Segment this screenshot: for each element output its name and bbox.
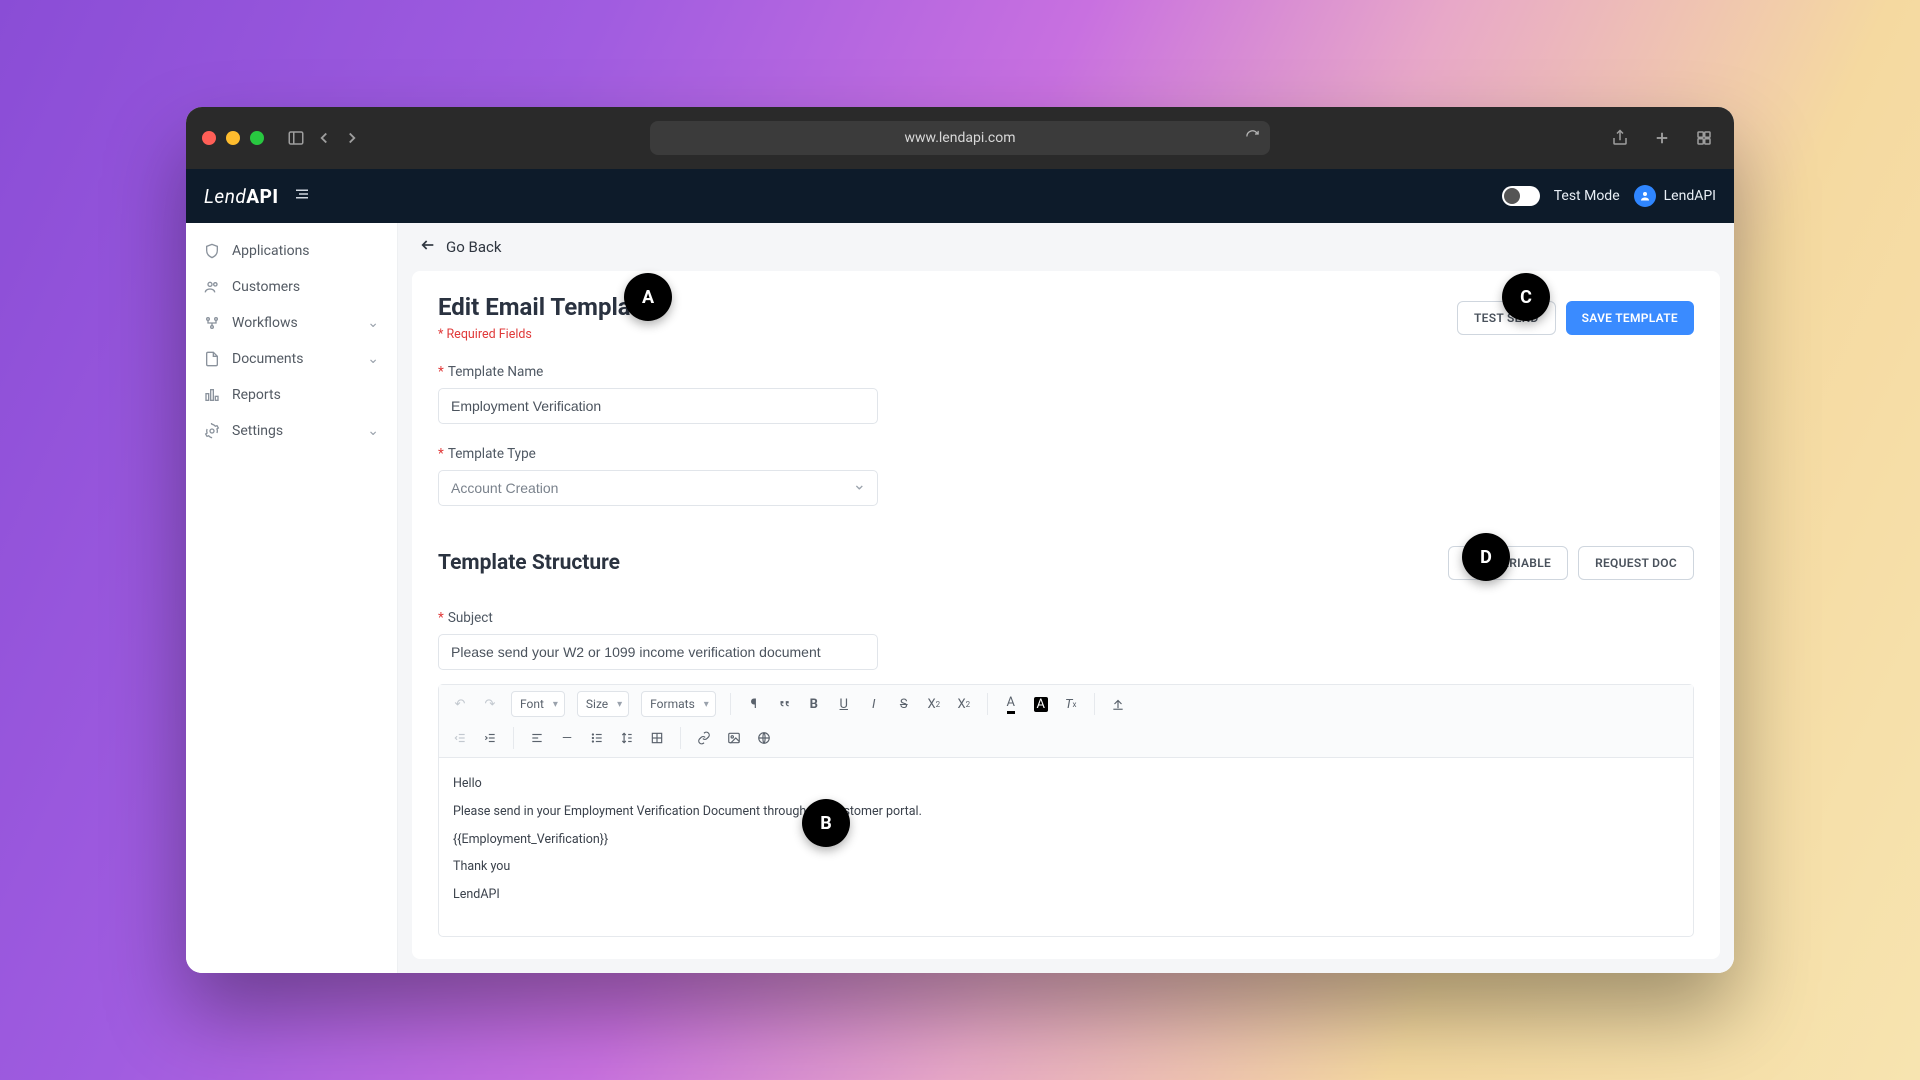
indent-icon[interactable]: [477, 725, 503, 751]
chart-icon: [204, 387, 220, 403]
size-select[interactable]: Size▾: [577, 691, 629, 717]
shield-icon: [204, 243, 220, 259]
subject-label: *Subject: [438, 610, 1694, 626]
nav-back-icon[interactable]: [310, 124, 338, 152]
italic-icon[interactable]: I: [861, 691, 887, 717]
redo-icon[interactable]: ↷: [477, 691, 503, 717]
request-doc-button[interactable]: REQUEST DOC: [1578, 546, 1694, 580]
hr-icon[interactable]: —: [554, 725, 580, 751]
required-note: * Required Fields: [438, 327, 652, 342]
undo-icon[interactable]: ↶: [447, 691, 473, 717]
upload-icon[interactable]: [1105, 691, 1131, 717]
structure-title: Template Structure: [438, 551, 620, 575]
body-line: LendAPI: [453, 883, 1679, 907]
line-height-icon[interactable]: [614, 725, 640, 751]
annotation-badge-b: B: [802, 799, 850, 847]
user-name: LendAPI: [1664, 188, 1716, 204]
nav-forward-icon[interactable]: [338, 124, 366, 152]
reload-icon[interactable]: [1245, 129, 1260, 148]
image-icon[interactable]: [721, 725, 747, 751]
body-line: Thank you: [453, 855, 1679, 879]
new-tab-icon[interactable]: [1648, 124, 1676, 152]
editor-toolbar: ↶ ↷ Font▾ Size▾ Formats▾ ¶ B U I: [439, 685, 1693, 758]
align-icon[interactable]: [524, 725, 550, 751]
clear-format-icon[interactable]: Tx: [1058, 691, 1084, 717]
tabs-overview-icon[interactable]: [1690, 124, 1718, 152]
blockquote-icon[interactable]: [771, 691, 797, 717]
table-icon[interactable]: [644, 725, 670, 751]
editor-body[interactable]: Hello Please send in your Employment Ver…: [439, 758, 1693, 936]
app-header: LendAPI Test Mode LendAPI: [186, 169, 1734, 223]
template-name-input[interactable]: [438, 388, 878, 424]
sidebar-item-reports[interactable]: Reports: [186, 377, 397, 413]
subject-input[interactable]: [438, 634, 878, 670]
bold-icon[interactable]: B: [801, 691, 827, 717]
sidebar-item-workflows[interactable]: Workflows ⌄: [186, 305, 397, 341]
formats-select[interactable]: Formats▾: [641, 691, 716, 717]
template-type-label: *Template Type: [438, 446, 1694, 462]
rich-text-editor: ↶ ↷ Font▾ Size▾ Formats▾ ¶ B U I: [438, 684, 1694, 937]
sidebar-toggle-icon[interactable]: [282, 124, 310, 152]
close-window-button[interactable]: [202, 131, 216, 145]
sidebar-item-label: Applications: [232, 243, 310, 259]
arrow-left-icon: [420, 237, 436, 257]
page-title: Edit Email Template: [438, 293, 652, 321]
subscript-icon[interactable]: X2: [921, 691, 947, 717]
link-icon[interactable]: [691, 725, 717, 751]
annotation-badge-a: A: [624, 273, 672, 321]
outdent-icon[interactable]: [447, 725, 473, 751]
minimize-window-button[interactable]: [226, 131, 240, 145]
strikethrough-icon[interactable]: S: [891, 691, 917, 717]
save-template-button[interactable]: SAVE TEMPLATE: [1566, 301, 1694, 335]
sidebar-item-applications[interactable]: Applications: [186, 233, 397, 269]
share-icon[interactable]: [1606, 124, 1634, 152]
sidebar-item-label: Settings: [232, 423, 283, 439]
users-icon: [204, 279, 220, 295]
workflow-icon: [204, 315, 220, 331]
sidebar-item-settings[interactable]: Settings ⌄: [186, 413, 397, 449]
url-bar[interactable]: www.lendapi.com: [650, 121, 1270, 155]
sidebar-item-customers[interactable]: Customers: [186, 269, 397, 305]
test-mode-label: Test Mode: [1554, 188, 1620, 204]
document-icon: [204, 351, 220, 367]
body-line: Please send in your Employment Verificat…: [453, 800, 1679, 824]
user-menu[interactable]: LendAPI: [1634, 185, 1716, 207]
avatar-icon: [1634, 185, 1656, 207]
brand-logo[interactable]: LendAPI: [204, 185, 311, 208]
chevron-down-icon: ⌄: [367, 351, 379, 367]
body-line: Hello: [453, 772, 1679, 796]
gear-icon: [204, 423, 220, 439]
sidebar-item-label: Reports: [232, 387, 281, 403]
template-type-select[interactable]: [438, 470, 878, 506]
highlight-icon[interactable]: A: [1028, 691, 1054, 717]
list-icon[interactable]: [584, 725, 610, 751]
sidebar: Applications Customers Workflows ⌄ Docum…: [186, 223, 398, 973]
underline-icon[interactable]: U: [831, 691, 857, 717]
test-mode-toggle[interactable]: [1502, 186, 1540, 206]
maximize-window-button[interactable]: [250, 131, 264, 145]
sidebar-item-documents[interactable]: Documents ⌄: [186, 341, 397, 377]
url-text: www.lendapi.com: [904, 130, 1015, 146]
browser-window: www.lendapi.com LendAPI: [186, 107, 1734, 973]
sidebar-collapse-icon[interactable]: [293, 185, 311, 208]
chevron-down-icon: ⌄: [367, 315, 379, 331]
template-name-label: *Template Name: [438, 364, 1694, 380]
go-back-label: Go Back: [446, 238, 501, 256]
paragraph-icon[interactable]: ¶: [741, 691, 767, 717]
sidebar-item-label: Documents: [232, 351, 303, 367]
embed-icon[interactable]: [751, 725, 777, 751]
content-panel: Edit Email Template * Required Fields TE…: [412, 271, 1720, 959]
sidebar-item-label: Workflows: [232, 315, 298, 331]
body-line: {{Employment_Verification}}: [453, 828, 1679, 852]
go-back-link[interactable]: Go Back: [398, 223, 1734, 271]
traffic-lights: [202, 131, 264, 145]
sidebar-item-label: Customers: [232, 279, 300, 295]
annotation-badge-d: D: [1462, 533, 1510, 581]
chevron-down-icon: ⌄: [367, 423, 379, 439]
annotation-badge-c: C: [1502, 273, 1550, 321]
font-select[interactable]: Font▾: [511, 691, 565, 717]
superscript-icon[interactable]: X2: [951, 691, 977, 717]
browser-titlebar: www.lendapi.com: [186, 107, 1734, 169]
text-color-icon[interactable]: A: [998, 691, 1024, 717]
